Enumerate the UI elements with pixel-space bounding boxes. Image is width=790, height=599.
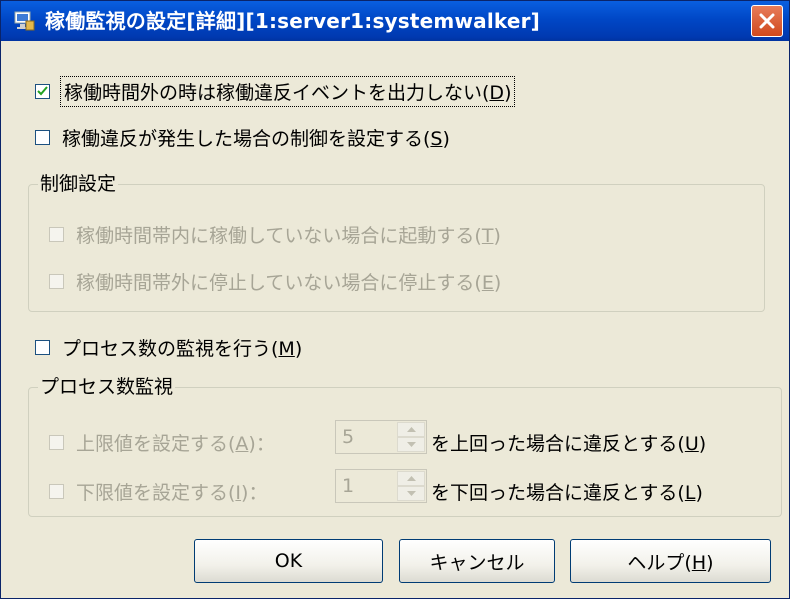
arrow-up-icon bbox=[407, 427, 416, 432]
monitor-process-count-label: プロセス数の監視を行う(M) bbox=[62, 334, 302, 361]
set-violation-control-option[interactable]: 稼働違反が発生した場合の制御を設定する(S) bbox=[35, 124, 450, 151]
no-violation-event-label: 稼働時間外の時は稼働違反イベントを出力しない(D) bbox=[59, 76, 516, 107]
arrow-up-icon bbox=[407, 476, 416, 481]
arrow-down-icon bbox=[407, 491, 416, 496]
upper-limit-text: 上限値を設定する( bbox=[76, 433, 236, 455]
ok-button-label: OK bbox=[274, 550, 303, 572]
settings-dialog: 稼働監視の設定[詳細][1:server1:systemwalker] 稼働時間… bbox=[0, 0, 790, 599]
no-violation-event-checkbox[interactable] bbox=[35, 84, 50, 99]
monitor-settings-icon bbox=[13, 10, 35, 32]
stop-out-hours-end: ) bbox=[493, 272, 502, 294]
stop-out-hours-checkbox[interactable] bbox=[49, 274, 64, 289]
set-violation-control-label: 稼働違反が発生した場合の制御を設定する(S) bbox=[62, 124, 450, 151]
no-violation-event-text: 稼働時間外の時は稼働違反イベントを出力しない( bbox=[64, 82, 490, 104]
upper-limit-end: )： bbox=[248, 433, 275, 455]
close-button[interactable] bbox=[751, 5, 783, 37]
start-in-hours-key: T bbox=[481, 225, 494, 247]
upper-limit-checkbox[interactable] bbox=[49, 435, 64, 450]
monitor-process-count-key: M bbox=[278, 338, 295, 360]
window-title: 稼働監視の設定[詳細][1:server1:systemwalker] bbox=[45, 9, 541, 33]
monitor-process-count-option[interactable]: プロセス数の監視を行う(M) bbox=[35, 334, 302, 361]
start-in-hours-checkbox[interactable] bbox=[49, 227, 64, 242]
start-in-hours-option[interactable]: 稼働時間帯内に稼働していない場合に起動する(T) bbox=[49, 221, 501, 248]
set-violation-control-checkbox[interactable] bbox=[35, 130, 50, 145]
stop-out-hours-label: 稼働時間帯外に停止していない場合に停止する(E) bbox=[76, 268, 501, 295]
no-violation-event-key: D bbox=[489, 82, 505, 104]
upper-limit-suffix-text: を上回った場合に違反とする( bbox=[431, 433, 685, 455]
lower-limit-checkbox[interactable] bbox=[49, 484, 64, 499]
no-violation-event-end: ) bbox=[504, 82, 512, 104]
control-settings-title: 制御設定 bbox=[38, 169, 119, 196]
stop-out-hours-option[interactable]: 稼働時間帯外に停止していない場合に停止する(E) bbox=[49, 268, 501, 295]
monitor-process-count-checkbox[interactable] bbox=[35, 340, 50, 355]
upper-limit-option[interactable]: 上限値を設定する(A)： bbox=[49, 429, 275, 456]
set-violation-control-end: ) bbox=[442, 128, 450, 150]
help-button-text: ヘルプ( bbox=[627, 551, 692, 574]
no-violation-event-option[interactable]: 稼働時間外の時は稼働違反イベントを出力しない(D) bbox=[35, 76, 516, 107]
upper-limit-spinner[interactable]: 5 bbox=[335, 420, 427, 454]
upper-limit-suffix-end: ) bbox=[698, 433, 707, 455]
title-bar[interactable]: 稼働監視の設定[詳細][1:server1:systemwalker] bbox=[1, 1, 789, 41]
upper-limit-label: 上限値を設定する(A)： bbox=[76, 429, 275, 456]
checkmark-icon bbox=[37, 86, 48, 96]
stop-out-hours-key: E bbox=[481, 272, 494, 294]
monitor-process-count-end: ) bbox=[294, 338, 303, 360]
upper-limit-suffix: を上回った場合に違反とする(U) bbox=[431, 429, 706, 456]
start-in-hours-text: 稼働時間帯内に稼働していない場合に起動する( bbox=[76, 225, 482, 247]
start-in-hours-end: ) bbox=[493, 225, 501, 247]
process-count-title: プロセス数監視 bbox=[38, 372, 176, 399]
lower-limit-spin-buttons bbox=[397, 471, 425, 501]
set-violation-control-text: 稼働違反が発生した場合の制御を設定する( bbox=[62, 128, 431, 150]
help-button-key: H bbox=[691, 551, 707, 574]
monitor-process-count-text: プロセス数の監視を行う( bbox=[62, 338, 279, 360]
ok-button[interactable]: OK bbox=[194, 539, 383, 583]
upper-limit-key: A bbox=[235, 433, 249, 455]
lower-limit-end: )： bbox=[241, 482, 268, 504]
set-violation-control-key: S bbox=[430, 128, 443, 150]
lower-limit-label: 下限値を設定する(I)： bbox=[76, 478, 267, 505]
cancel-button[interactable]: キャンセル bbox=[399, 539, 555, 583]
lower-limit-suffix-text: を下回った場合に違反とする( bbox=[431, 482, 685, 504]
lower-limit-spinner[interactable]: 1 bbox=[335, 469, 427, 503]
upper-limit-value[interactable]: 5 bbox=[342, 426, 354, 448]
stop-out-hours-text: 稼働時間帯外に停止していない場合に停止する( bbox=[76, 272, 482, 294]
upper-limit-increment-button[interactable] bbox=[397, 422, 425, 437]
lower-limit-value[interactable]: 1 bbox=[342, 475, 354, 497]
cancel-button-label: キャンセル bbox=[429, 551, 525, 574]
upper-limit-suffix-key: U bbox=[684, 433, 699, 455]
lower-limit-suffix-key: L bbox=[684, 482, 696, 504]
lower-limit-decrement-button[interactable] bbox=[397, 486, 425, 501]
upper-limit-decrement-button[interactable] bbox=[397, 437, 425, 452]
help-button[interactable]: ヘルプ(H) bbox=[570, 539, 771, 583]
lower-limit-suffix-end: ) bbox=[695, 482, 703, 504]
upper-limit-spin-buttons bbox=[397, 422, 425, 452]
help-button-label: ヘルプ(H) bbox=[627, 548, 713, 575]
help-button-end: ) bbox=[706, 551, 714, 574]
start-in-hours-label: 稼働時間帯内に稼働していない場合に起動する(T) bbox=[76, 221, 501, 248]
lower-limit-text: 下限値を設定する( bbox=[76, 482, 236, 504]
lower-limit-option[interactable]: 下限値を設定する(I)： bbox=[49, 478, 267, 505]
arrow-down-icon bbox=[407, 442, 416, 447]
lower-limit-suffix: を下回った場合に違反とする(L) bbox=[431, 478, 703, 505]
lower-limit-increment-button[interactable] bbox=[397, 471, 425, 486]
